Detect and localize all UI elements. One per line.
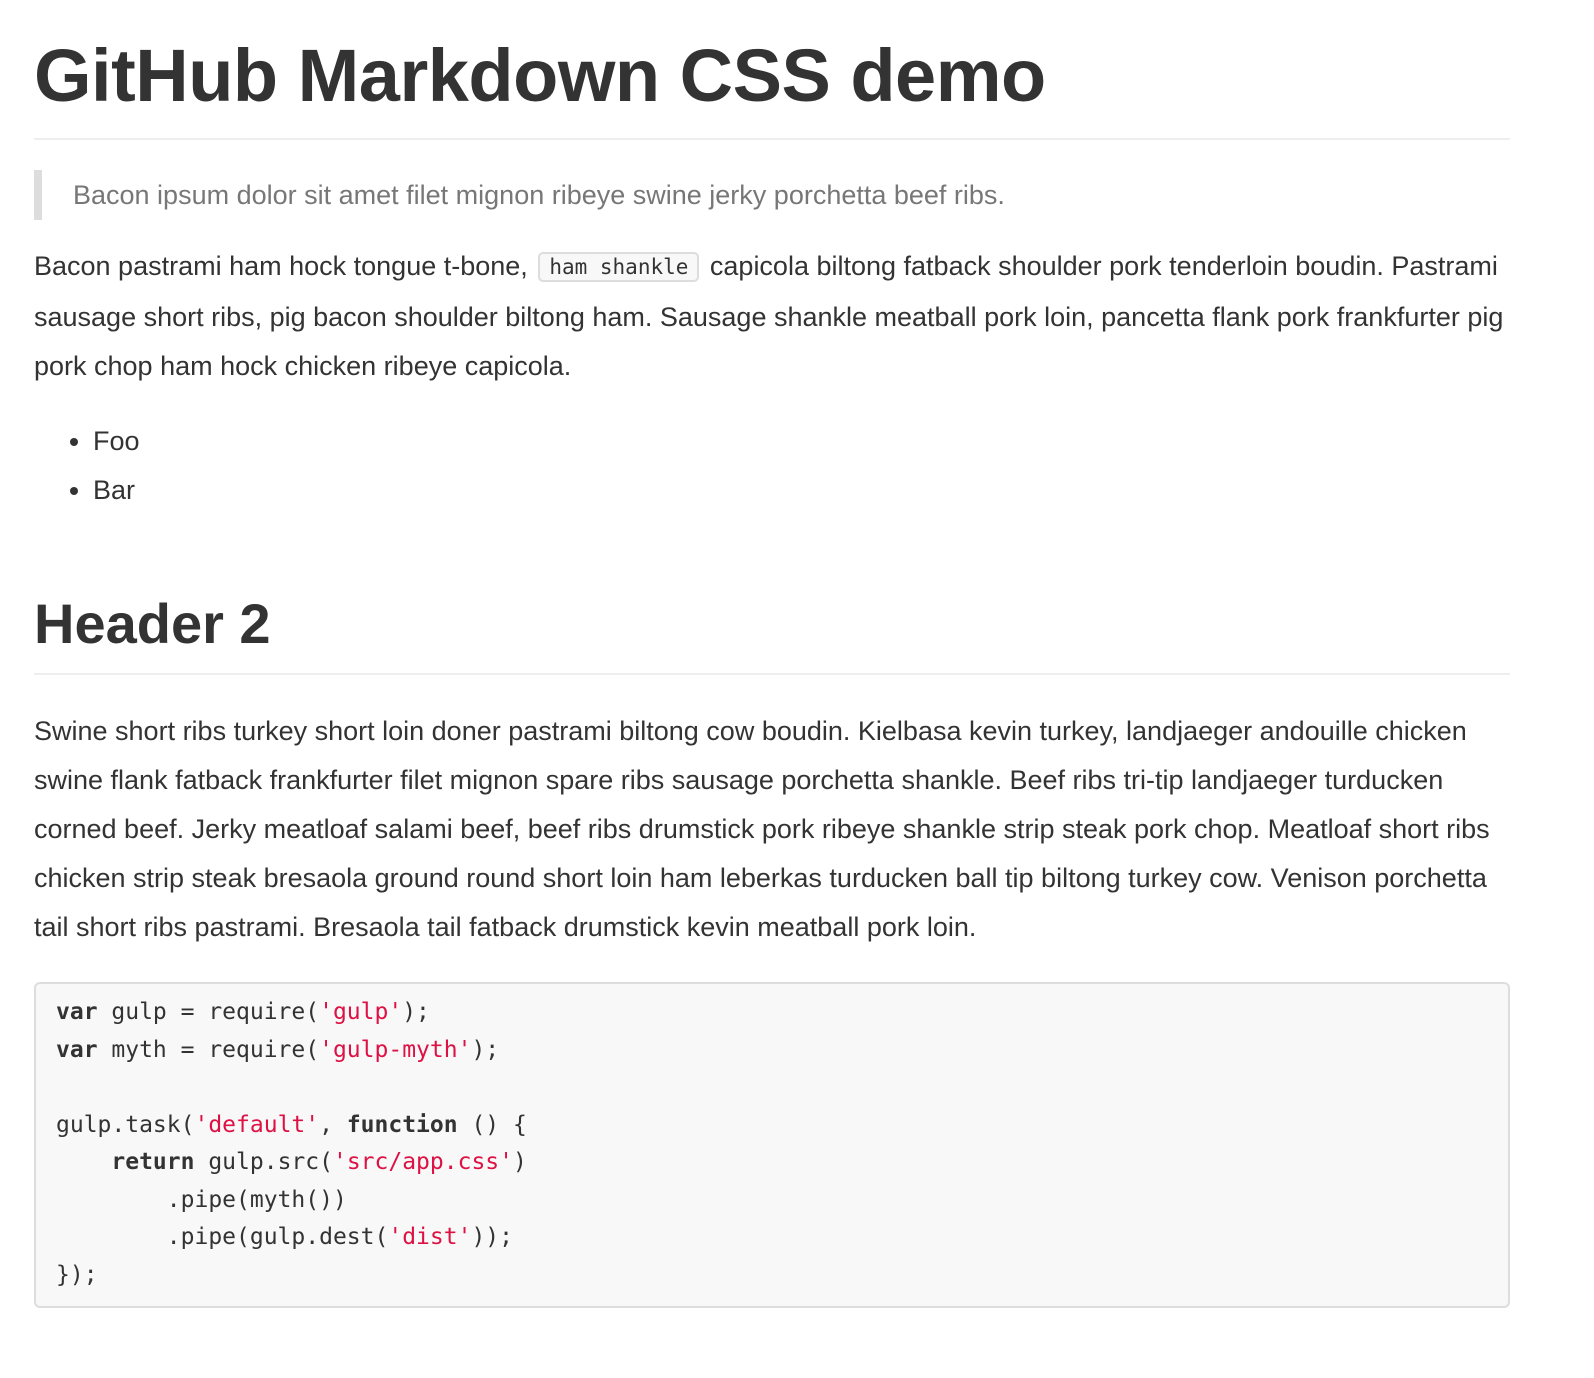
code-text: .pipe(gulp.dest( (56, 1224, 389, 1250)
inline-code: ham shankle (538, 252, 700, 282)
code-text: ); (402, 999, 430, 1025)
code-text: ); (471, 1036, 500, 1063)
code-text: gulp.src( (194, 1149, 333, 1175)
code-text: , (319, 1111, 347, 1138)
code-block: var gulp = require('gulp'); var myth = r… (34, 982, 1510, 1308)
code-text: myth = require( (97, 1036, 320, 1063)
code-keyword: var (56, 999, 98, 1025)
code-keyword: return (111, 1149, 195, 1175)
code-string: 'dist' (388, 1224, 472, 1250)
code-line-8: }); (56, 1261, 98, 1288)
section-header: Header 2 (34, 592, 271, 655)
code-text: ) (512, 1149, 527, 1175)
code-text: gulp = require( (97, 999, 320, 1025)
bullet-list: Foo Bar (34, 417, 1560, 515)
code-string: 'src/app.css' (332, 1149, 513, 1175)
code-line-2: var myth = require('gulp-myth'); (56, 1037, 499, 1063)
code-string: 'gulp-myth' (319, 1036, 472, 1063)
list-item: Bar (93, 466, 1560, 515)
code-line-1: var gulp = require('gulp'); (56, 999, 430, 1025)
code-text: gulp.task( (56, 1111, 195, 1138)
code-line-7: .pipe(gulp.dest('dist')); (56, 1224, 513, 1250)
paragraph-2: Swine short ribs turkey short loin doner… (34, 716, 1490, 942)
code-string: 'default' (194, 1111, 320, 1138)
list-item: Foo (93, 417, 1560, 466)
code-text: )); (471, 1224, 513, 1250)
section-divider (34, 673, 1510, 675)
code-text: () { (457, 1111, 527, 1138)
code-line-5: return gulp.src('src/app.css') (56, 1149, 527, 1175)
code-line-6: .pipe(myth()) (56, 1186, 347, 1213)
title-divider (34, 138, 1510, 140)
code-keyword: function (346, 1111, 458, 1138)
blockquote: Bacon ipsum dolor sit amet filet mignon … (34, 170, 1510, 220)
markdown-body: GitHub Markdown CSS demo Bacon ipsum dol… (0, 0, 1594, 1378)
paragraph-1-text-before: Bacon pastrami ham hock tongue t-bone, (34, 251, 528, 281)
page-title: GitHub Markdown CSS demo (34, 34, 1046, 117)
code-keyword: var (56, 1036, 98, 1063)
code-string: 'gulp' (319, 999, 403, 1025)
code-line-4: gulp.task('default', function () { (56, 1112, 527, 1138)
paragraph-1: Bacon pastrami ham hock tongue t-bone, h… (34, 242, 1510, 391)
